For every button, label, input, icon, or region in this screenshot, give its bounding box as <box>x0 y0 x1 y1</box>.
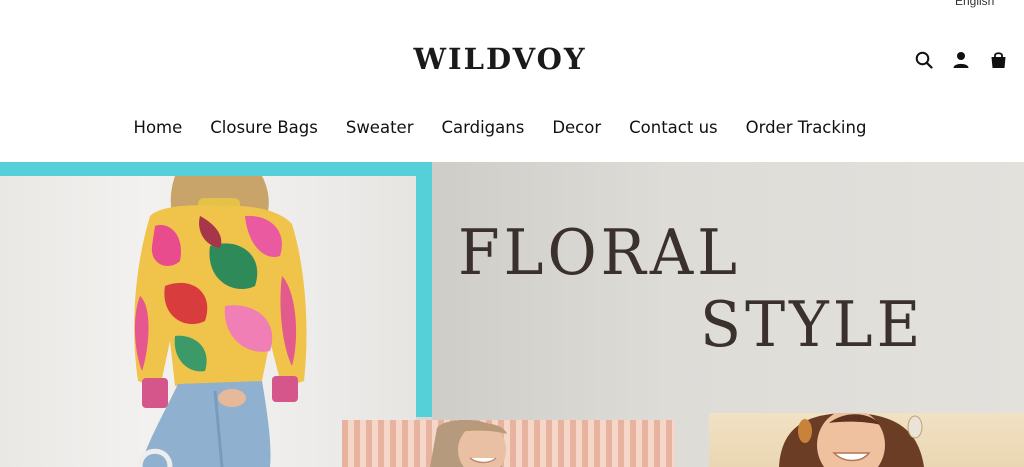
nav-item-contact-us[interactable]: Contact us <box>629 118 718 137</box>
hero-thumbnail-image-2[interactable] <box>709 413 1024 467</box>
cart-icon[interactable] <box>988 50 1008 70</box>
nav-item-cardigans[interactable]: Cardigans <box>441 118 524 137</box>
nav-item-sweater[interactable]: Sweater <box>346 118 414 137</box>
hero-thumbnail-image-1[interactable] <box>342 420 675 467</box>
account-icon[interactable] <box>951 50 971 70</box>
main-navigation: Home Closure Bags Sweater Cardigans Deco… <box>0 118 1000 137</box>
nav-item-home[interactable]: Home <box>134 118 183 137</box>
hero-frame-top <box>0 162 432 176</box>
nav-item-closure-bags[interactable]: Closure Bags <box>210 118 318 137</box>
hero-headline-line1: FLORAL <box>458 216 742 290</box>
hero-banner[interactable]: FLORAL STYLE <box>0 162 1024 467</box>
hero-headline-line2: STYLE <box>700 288 925 362</box>
language-selector[interactable]: English <box>955 0 994 8</box>
search-icon[interactable] <box>914 50 934 70</box>
nav-item-decor[interactable]: Decor <box>552 118 601 137</box>
hero-frame-right <box>416 162 432 417</box>
nav-item-order-tracking[interactable]: Order Tracking <box>746 118 867 137</box>
brand-logo[interactable]: WILDVOY <box>0 42 1000 76</box>
header-icons <box>914 50 1008 70</box>
